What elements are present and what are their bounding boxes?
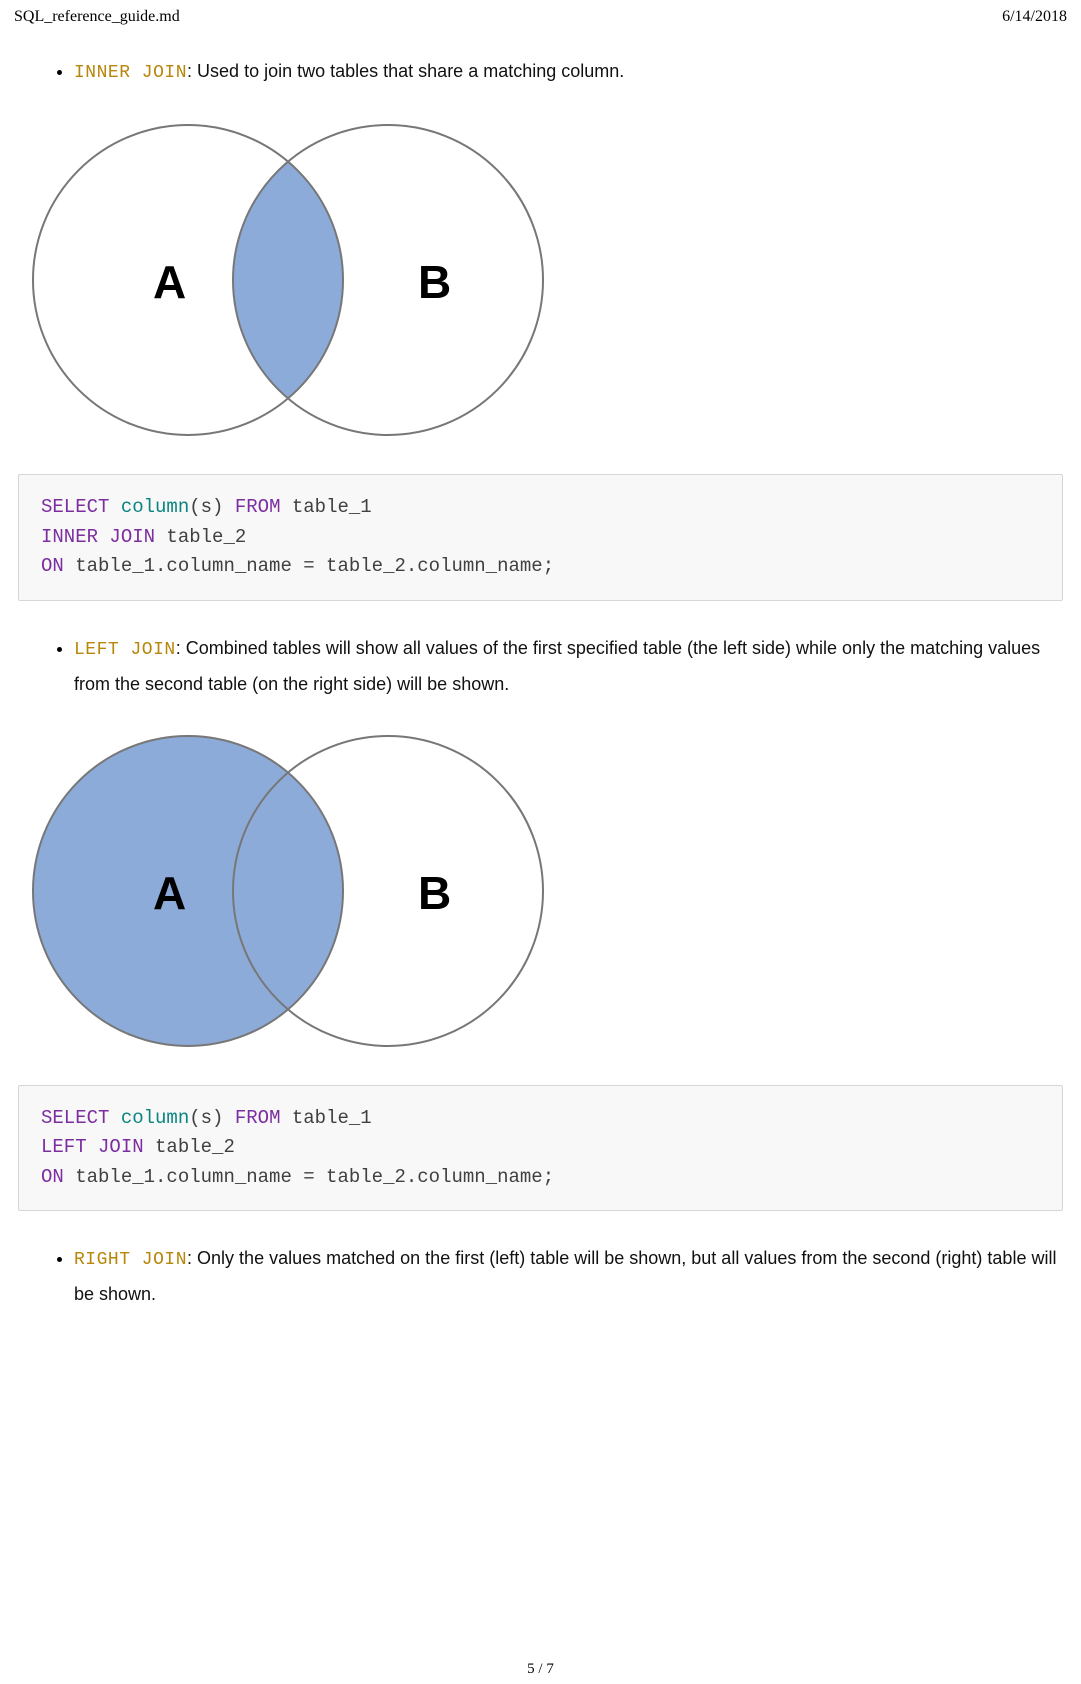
venn-label-a: A bbox=[153, 256, 186, 308]
bullet-list: RIGHT JOIN: Only the values matched on t… bbox=[18, 1241, 1063, 1311]
venn-label-a: A bbox=[153, 867, 186, 919]
venn-diagram-icon: A B bbox=[18, 110, 558, 450]
page-footer: 5 / 7 bbox=[0, 1661, 1081, 1678]
bullet-list: INNER JOIN: Used to join two tables that… bbox=[18, 54, 1063, 90]
page-content: INNER JOIN: Used to join two tables that… bbox=[14, 54, 1067, 1312]
page-header: SQL_reference_guide.md 6/14/2018 bbox=[14, 8, 1067, 26]
venn-label-b: B bbox=[418, 867, 451, 919]
bullet-list: LEFT JOIN: Combined tables will show all… bbox=[18, 631, 1063, 701]
venn-diagram-icon: A B bbox=[18, 721, 558, 1061]
code-block-inner-join: SELECT column(s) FROM table_1 INNER JOIN… bbox=[18, 474, 1063, 600]
left-join-desc: : Combined tables will show all values o… bbox=[74, 638, 1040, 694]
code-block-left-join: SELECT column(s) FROM table_1 LEFT JOIN … bbox=[18, 1085, 1063, 1211]
inner-join-keyword: INNER JOIN bbox=[74, 63, 187, 83]
venn-left-join: A B bbox=[18, 721, 1063, 1061]
bullet-item-inner-join: INNER JOIN: Used to join two tables that… bbox=[74, 54, 1063, 90]
header-filename: SQL_reference_guide.md bbox=[14, 8, 180, 26]
bullet-item-left-join: LEFT JOIN: Combined tables will show all… bbox=[74, 631, 1063, 701]
right-join-desc: : Only the values matched on the first (… bbox=[74, 1248, 1056, 1304]
right-join-keyword: RIGHT JOIN bbox=[74, 1250, 187, 1270]
page-container: SQL_reference_guide.md 6/14/2018 INNER J… bbox=[0, 0, 1081, 1684]
page-number: 5 / 7 bbox=[527, 1661, 554, 1677]
venn-label-b: B bbox=[418, 256, 451, 308]
inner-join-desc: : Used to join two tables that share a m… bbox=[187, 61, 624, 81]
left-join-keyword: LEFT JOIN bbox=[74, 640, 176, 660]
venn-inner-join: A B bbox=[18, 110, 1063, 450]
header-date: 6/14/2018 bbox=[1002, 8, 1067, 26]
bullet-item-right-join: RIGHT JOIN: Only the values matched on t… bbox=[74, 1241, 1063, 1311]
